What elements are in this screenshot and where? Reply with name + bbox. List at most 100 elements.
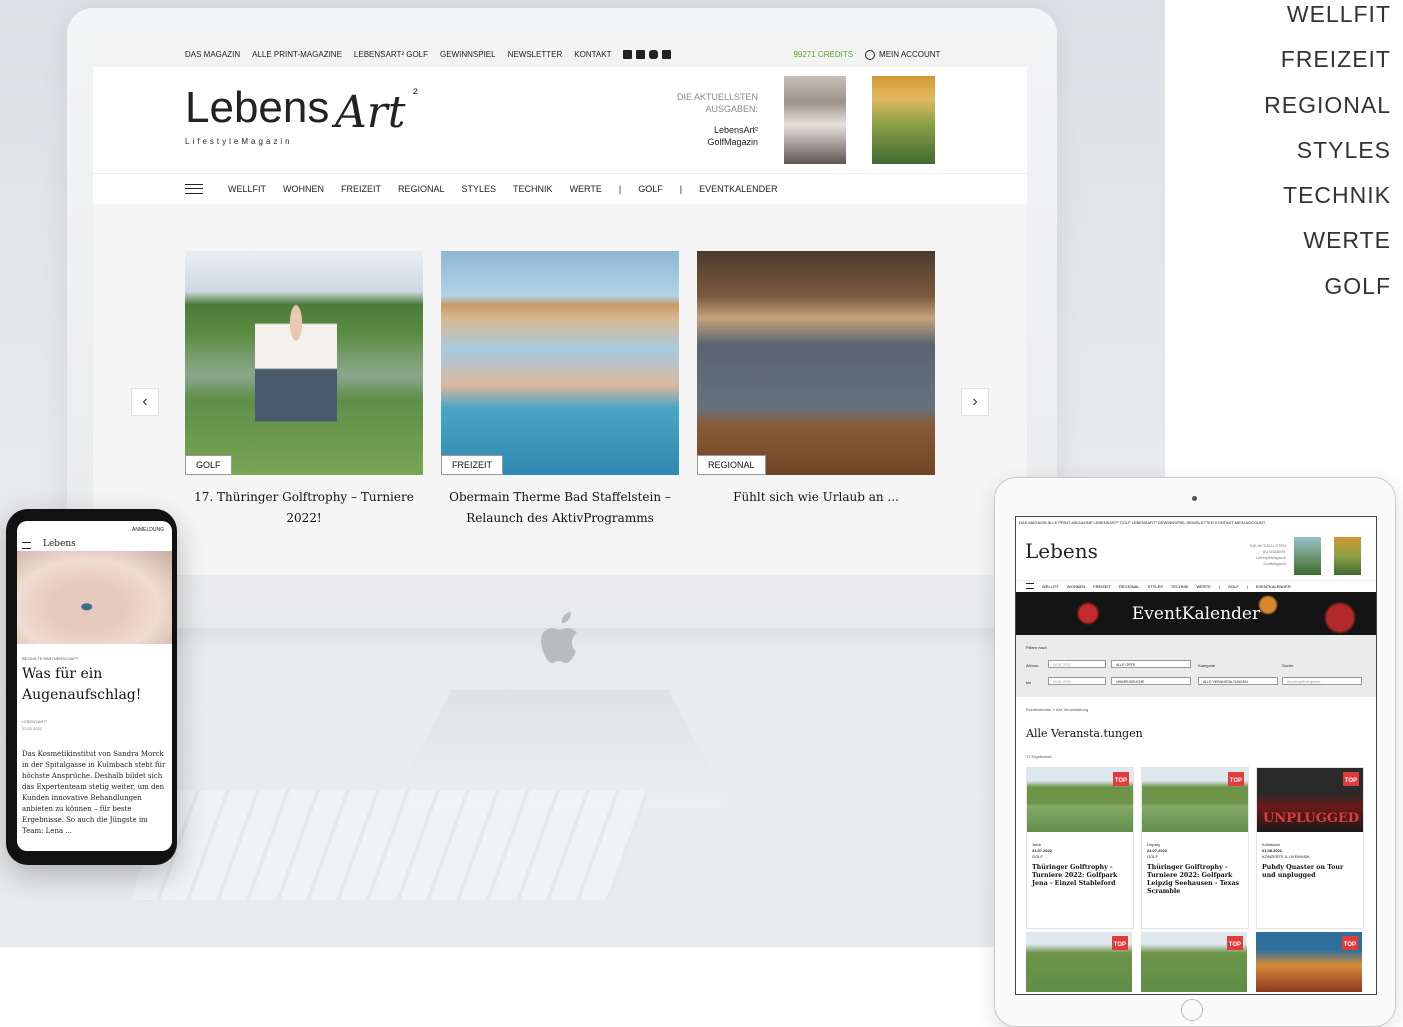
category-tag[interactable]: FREIZEIT [441, 455, 503, 475]
date-to-input[interactable]: 16.01.2023 [1048, 677, 1106, 685]
tablet-logo[interactable]: Lebens [1025, 539, 1098, 563]
article-card[interactable]: FREIZEIT Obermain Therme Bad Staffelstei… [441, 251, 679, 529]
nav-freizeit[interactable]: FREIZEIT [341, 184, 381, 194]
side-menu-item-werte[interactable]: WERTE [1264, 218, 1391, 263]
article-title[interactable]: 17. Thüringer Golftrophy – Turniere 2022… [185, 487, 423, 529]
article-image-golf[interactable]: GOLF [185, 251, 423, 475]
tablet-home-button[interactable] [1181, 999, 1203, 1021]
tablet-nav-wellfit[interactable]: WELLFIT [1042, 584, 1059, 589]
magazine-cover-golf[interactable] [872, 76, 935, 164]
instagram-icon[interactable] [649, 50, 659, 59]
issues-label-line2: AUSGABEN: [705, 104, 758, 114]
nav-wellfit[interactable]: WELLFIT [228, 184, 266, 194]
top-badge: TOP [1341, 936, 1358, 950]
event-image[interactable]: TOP [1142, 768, 1248, 832]
side-menu-item-technik[interactable]: TECHNIK [1264, 173, 1391, 218]
filter-title: Filtern nach [1026, 645, 1047, 650]
event-image[interactable]: TOP UNPLUGGED [1257, 768, 1363, 832]
topbar-link-newsletter[interactable]: NEWSLETTER [508, 50, 563, 59]
filter-label-search: Suche [1282, 663, 1294, 668]
imac-screen: DAS MAGAZIN ALLE PRINT-MAGAZINE LEBENSAR… [93, 42, 1027, 575]
magazine-cover-lebensart[interactable] [784, 76, 846, 164]
phone-menu-icon[interactable] [22, 542, 31, 549]
top-badge: TOP [1111, 936, 1128, 950]
tablet-nav-separator: | [1246, 583, 1248, 589]
issue-name-golf[interactable]: GolfMagazin [707, 136, 758, 148]
tablet-nav-regional[interactable]: REGIONAL [1119, 584, 1140, 589]
tablet-nav-werte[interactable]: WERTE [1196, 584, 1210, 589]
nav-regional[interactable]: REGIONAL [398, 184, 445, 194]
event-card[interactable]: TOP UNPLUGGED Kulmbach 01.08.2022 KONZER… [1256, 767, 1364, 929]
side-menu-item-freizeit[interactable]: FREIZEIT [1264, 37, 1391, 82]
topbar-link-kontakt[interactable]: KONTAKT [574, 50, 611, 59]
credits-label: 99271 CREDITS [793, 50, 854, 59]
site-logo[interactable]: Lebens Art ² LifestyleMagazin [185, 83, 425, 168]
event-card[interactable]: TOP Jena 31.07.2022 GOLF Thüringer Golft… [1026, 767, 1134, 929]
category-tag[interactable]: GOLF [185, 455, 232, 475]
tablet-nav-styles[interactable]: STYLES [1148, 584, 1163, 589]
event-card-row2[interactable]: TOP [1141, 932, 1247, 992]
article-image-regional[interactable]: REGIONAL [697, 251, 935, 475]
radius-select[interactable]: UMKREISSUCHE [1111, 677, 1191, 685]
event-title[interactable]: Puhdy Quaster on Tour und unplugged [1257, 860, 1363, 880]
account-link[interactable]: MEIN ACCOUNT [865, 49, 940, 60]
topbar-link-print[interactable]: ALLE PRINT-MAGAZINE [252, 50, 342, 59]
article-card[interactable]: GOLF 17. Thüringer Golftrophy – Turniere… [185, 251, 423, 529]
place-select[interactable]: ALLE ORTE [1111, 660, 1191, 668]
tablet-menu-icon[interactable] [1026, 583, 1034, 589]
tablet-topbar[interactable]: DAS MAGAZIN ALLE PRINT-MAGAZINE LEBENSAR… [1016, 517, 1376, 528]
phone-headline[interactable]: Was für ein Augenaufschlag! [22, 664, 162, 706]
event-card-row2[interactable]: TOP [1256, 932, 1362, 992]
nav-technik[interactable]: TECHNIK [513, 184, 553, 194]
event-image[interactable]: TOP [1027, 768, 1133, 832]
article-image-therme[interactable]: FREIZEIT [441, 251, 679, 475]
tablet-nav-technik[interactable]: TECHNIK [1171, 584, 1189, 589]
tablet-nav-eventkalender[interactable]: EVENTKALENDER [1256, 584, 1291, 589]
carousel-next-button[interactable]: › [961, 388, 989, 416]
nav-golf[interactable]: GOLF [638, 184, 663, 194]
phone-login-link[interactable]: ANMELDUNG [17, 521, 172, 533]
tablet-cover-lebensart[interactable] [1294, 537, 1321, 575]
mail-icon[interactable] [662, 50, 672, 59]
nav-wohnen[interactable]: WOHNEN [283, 184, 324, 194]
menu-icon[interactable] [185, 184, 203, 194]
user-icon [865, 49, 876, 60]
nav-styles[interactable]: STYLES [462, 184, 497, 194]
issues-label-line1: DIE AKTUELLSTEN [676, 92, 758, 102]
phone-meta: LEBENSART² 22.02.2022 [22, 718, 47, 732]
side-menu-item-regional[interactable]: REGIONAL [1264, 83, 1391, 128]
event-card-row2[interactable]: TOP [1026, 932, 1132, 992]
event-card[interactable]: TOP Leipzig 24.07.2022 GOLF Thüringer Go… [1141, 767, 1249, 929]
phone-logo[interactable]: Lebens [43, 539, 76, 549]
breadcrumb[interactable]: Eventkalender » Alle Veranstaltung [1026, 707, 1088, 712]
issue-name-lebensart[interactable]: LebensArt² [707, 124, 758, 136]
article-title[interactable]: Fühlt sich wie Urlaub an ... [697, 487, 935, 508]
article-title[interactable]: Obermain Therme Bad Staffelstein – Relau… [441, 487, 679, 529]
event-title[interactable]: Thüringer Golftrophy - Turniere 2022: Go… [1142, 860, 1248, 896]
pinterest-icon[interactable] [636, 50, 646, 59]
phone-article-image[interactable] [17, 551, 172, 644]
category-tag[interactable]: REGIONAL [697, 455, 766, 475]
topbar-link-magazin[interactable]: DAS MAGAZIN [185, 50, 240, 59]
tablet-nav-freizeit[interactable]: FREIZEIT [1093, 584, 1111, 589]
tablet-cover-golf[interactable] [1334, 537, 1361, 575]
nav-werte[interactable]: WERTE [570, 184, 602, 194]
search-input[interactable]: Suchbegriff eingeben... [1282, 677, 1362, 685]
side-menu-item-golf[interactable]: GOLF [1264, 264, 1391, 309]
carousel-prev-button[interactable]: ‹ [131, 388, 159, 416]
tablet-nav-golf[interactable]: GOLF [1228, 584, 1239, 589]
tablet-nav-wohnen[interactable]: WOHNEN [1067, 584, 1085, 589]
nav-separator: | [618, 184, 622, 194]
top-badge: TOP [1226, 936, 1243, 950]
side-menu-item-styles[interactable]: STYLES [1264, 128, 1391, 173]
facebook-icon[interactable] [623, 50, 633, 59]
topbar-link-golf[interactable]: LEBENSART² GOLF [354, 50, 428, 59]
topbar-link-gewinnspiel[interactable]: GEWINNSPIEL [440, 50, 496, 59]
nav-eventkalender[interactable]: EVENTKALENDER [699, 184, 778, 194]
category-select[interactable]: ALLE VERANSTALTUNGEN [1198, 677, 1278, 685]
event-title[interactable]: Thüringer Golftrophy - Turniere 2022: Go… [1027, 860, 1133, 888]
article-card[interactable]: REGIONAL Fühlt sich wie Urlaub an ... [697, 251, 935, 508]
side-menu-item-wellfit[interactable]: WELLFIT [1264, 0, 1391, 37]
date-from-input[interactable]: 16.01.2022 [1048, 660, 1106, 668]
event-meta: Kulmbach 01.08.2022 KONZERTE & LIVEMUSIK [1257, 832, 1363, 860]
